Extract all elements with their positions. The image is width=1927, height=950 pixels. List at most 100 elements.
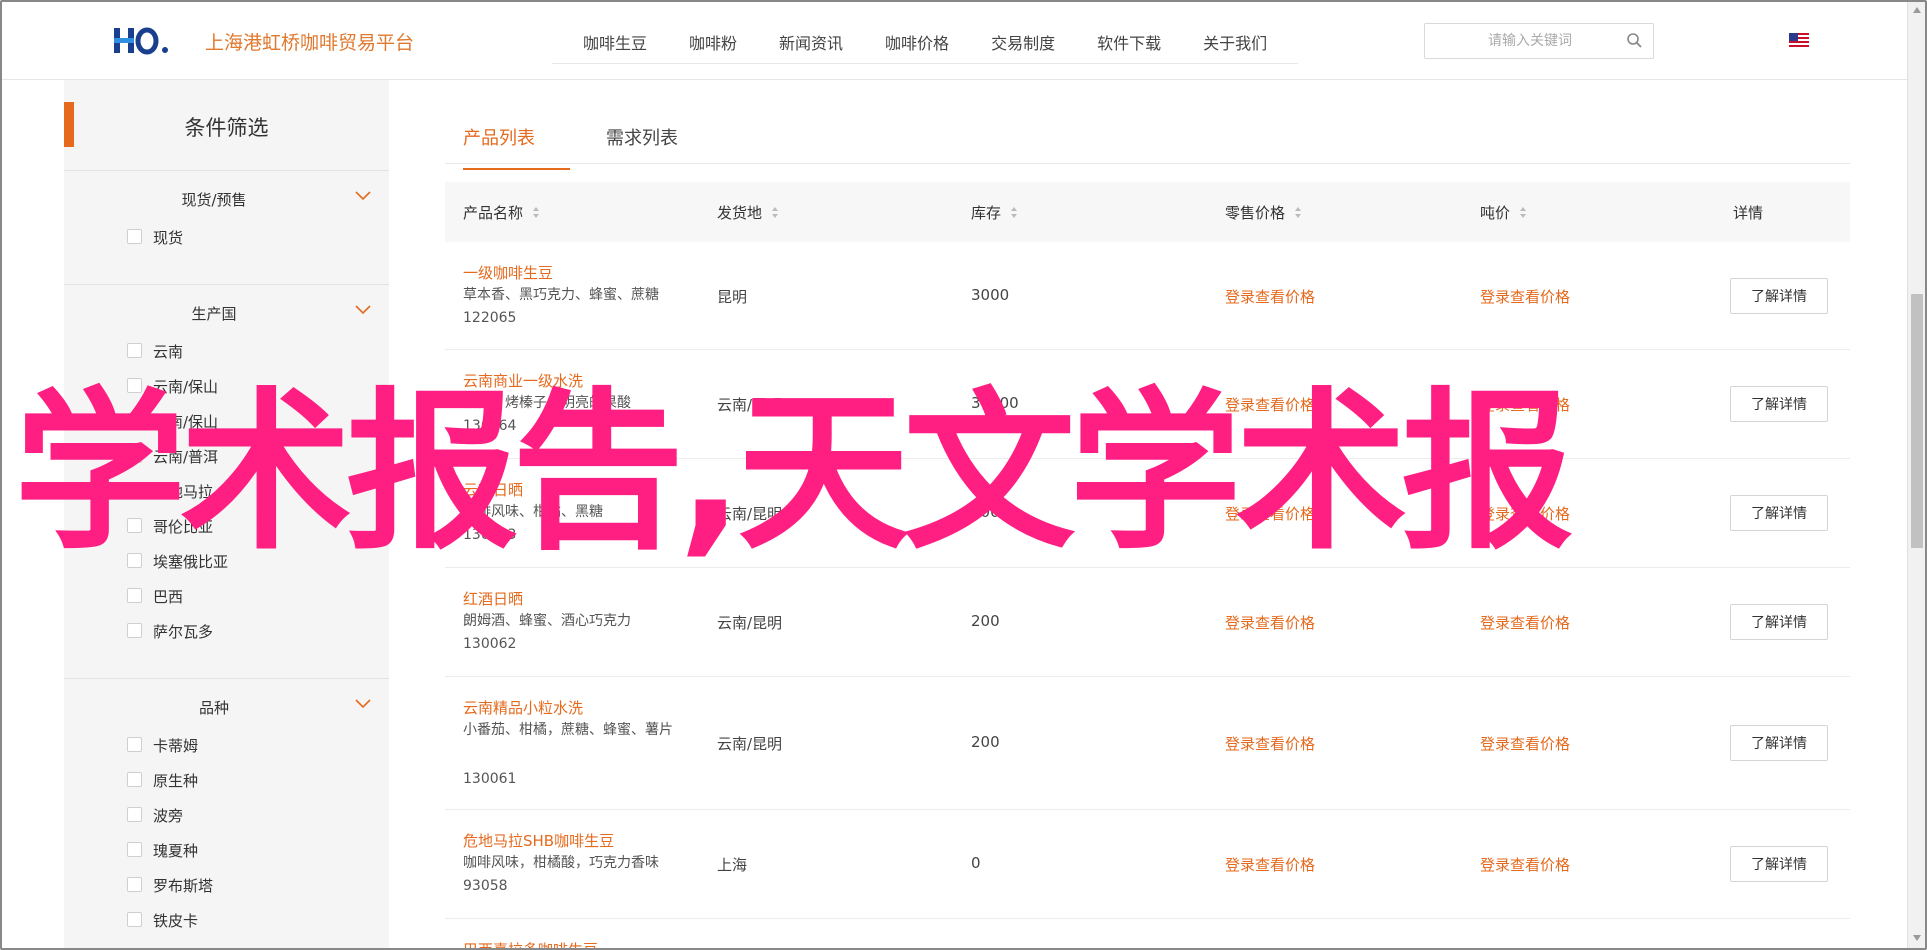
filter-option[interactable]: 现货: [64, 227, 389, 262]
filter-option-label: 瑰夏种: [153, 842, 199, 860]
column-header-label: 零售价格: [1225, 204, 1286, 222]
site-name[interactable]: 上海港虹桥咖啡贸易平台: [205, 28, 414, 55]
nav-item-about[interactable]: 关于我们: [1182, 22, 1288, 62]
nav-item-news[interactable]: 新闻资讯: [758, 22, 864, 62]
nav-item-trading-rules[interactable]: 交易制度: [970, 22, 1076, 62]
chevron-down-icon[interactable]: [355, 699, 371, 709]
overlay-watermark-text: 学术报告,天文学术报: [14, 372, 1573, 573]
checkbox[interactable]: [127, 229, 142, 244]
product-name-link[interactable]: 红酒日晒: [463, 588, 523, 609]
product-code: 122065: [463, 310, 517, 326]
column-header-label: 发货地: [717, 204, 763, 222]
detail-button[interactable]: 了解详情: [1730, 725, 1828, 761]
filter-option-label: 巴西: [153, 588, 184, 606]
product-name-link[interactable]: 一级咖啡生豆: [463, 262, 553, 283]
search-input[interactable]: [1425, 24, 1615, 58]
column-header-origin[interactable]: 发货地: [717, 202, 779, 223]
sort-icon[interactable]: [1010, 206, 1018, 219]
filter-option[interactable]: 铁皮卡: [64, 910, 389, 945]
checkbox[interactable]: [127, 623, 142, 638]
checkbox[interactable]: [127, 588, 142, 603]
filter-group-header[interactable]: 生产国: [64, 285, 389, 341]
checkbox[interactable]: [127, 807, 142, 822]
filter-option[interactable]: 波旁: [64, 805, 389, 840]
filter-header: 条件筛选: [64, 102, 389, 170]
origin-cell: 云南/昆明: [717, 735, 783, 753]
filter-title: 条件筛选: [184, 116, 269, 140]
sort-icon[interactable]: [1519, 206, 1527, 219]
logo-mark-icon: [114, 27, 168, 55]
product-flavor: 朗姆酒、蜂蜜、酒心巧克力: [463, 613, 631, 629]
filter-option[interactable]: 萨尔瓦多: [64, 621, 389, 656]
chevron-down-icon[interactable]: [355, 305, 371, 315]
checkbox[interactable]: [127, 343, 142, 358]
filter-group-header[interactable]: 品种: [64, 679, 389, 735]
detail-button[interactable]: 了解详情: [1730, 604, 1828, 640]
filter-group-title: 生产国: [191, 305, 237, 323]
product-flavor: 草本香、黑巧克力、蜂蜜、蔗糖: [463, 287, 659, 303]
search-icon[interactable]: [1626, 32, 1643, 49]
detail-button[interactable]: 了解详情: [1730, 846, 1828, 882]
retail-price-login-link[interactable]: 登录查看价格: [1225, 733, 1315, 754]
column-header-stock[interactable]: 库存: [971, 202, 1018, 223]
filter-option[interactable]: 巴西: [64, 586, 389, 621]
sort-icon[interactable]: [771, 206, 779, 219]
sort-icon[interactable]: [1294, 206, 1302, 219]
product-flavor: 小番茄、柑橘，蔗糖、蜂蜜、薯片: [463, 722, 673, 738]
product-code: 130061: [463, 771, 517, 787]
filter-option-label: 卡蒂姆: [153, 737, 199, 755]
sort-icon[interactable]: [532, 206, 540, 219]
origin-cell: 昆明: [717, 288, 748, 306]
retail-price-login-link[interactable]: 登录查看价格: [1225, 612, 1315, 633]
tab-demand-list[interactable]: 需求列表: [606, 124, 678, 168]
table-row: 危地马拉SHB咖啡生豆 咖啡风味，柑橘酸，巧克力香味 93058 上海 0 登录…: [445, 810, 1850, 919]
tab-product-list[interactable]: 产品列表: [463, 124, 570, 170]
scroll-up-arrow-icon[interactable]: [1912, 6, 1922, 14]
filter-option-label: 萨尔瓦多: [153, 623, 214, 641]
ton-price-login-link[interactable]: 登录查看价格: [1480, 286, 1570, 307]
checkbox[interactable]: [127, 737, 142, 752]
product-name-link[interactable]: 巴西喜拉多咖啡生豆: [463, 939, 598, 948]
checkbox[interactable]: [127, 877, 142, 892]
filter-option[interactable]: 卡蒂姆: [64, 735, 389, 770]
stock-cell: 200: [971, 733, 1000, 751]
nav-item-coffee-powder[interactable]: 咖啡粉: [668, 22, 758, 62]
filter-option[interactable]: 云南: [64, 341, 389, 376]
stock-cell: 200: [971, 612, 1000, 630]
filter-option[interactable]: 瑰夏种: [64, 840, 389, 875]
checkbox[interactable]: [127, 842, 142, 857]
scroll-down-arrow-icon[interactable]: [1912, 934, 1922, 942]
detail-button[interactable]: 了解详情: [1730, 278, 1828, 314]
filter-group-variety: 品种 卡蒂姆 原生种 波旁 瑰夏种 罗布斯塔 铁皮卡: [64, 678, 389, 945]
ton-price-login-link[interactable]: 登录查看价格: [1480, 733, 1570, 754]
filter-option-label: 铁皮卡: [153, 912, 199, 930]
main-nav: 咖啡生豆 咖啡粉 新闻资讯 咖啡价格 交易制度 软件下载 关于我们: [552, 22, 1299, 64]
column-header-name[interactable]: 产品名称: [463, 202, 540, 223]
nav-item-prices[interactable]: 咖啡价格: [864, 22, 970, 62]
column-header-label: 吨价: [1480, 204, 1511, 222]
ton-price-login-link[interactable]: 登录查看价格: [1480, 612, 1570, 633]
filter-option[interactable]: 原生种: [64, 770, 389, 805]
column-header-retail-price[interactable]: 零售价格: [1225, 202, 1302, 223]
origin-cell: 上海: [717, 856, 748, 874]
nav-item-downloads[interactable]: 软件下载: [1076, 22, 1182, 62]
nav-item-green-beans[interactable]: 咖啡生豆: [562, 22, 668, 62]
product-name-link[interactable]: 危地马拉SHB咖啡生豆: [463, 830, 614, 851]
filter-option-label: 现货: [153, 229, 184, 247]
us-flag-icon[interactable]: [1789, 33, 1809, 47]
logo[interactable]: [114, 24, 172, 58]
filter-option[interactable]: 罗布斯塔: [64, 875, 389, 910]
chevron-down-icon[interactable]: [355, 191, 371, 201]
table-row: 巴西喜拉多咖啡生豆: [445, 919, 1850, 948]
checkbox[interactable]: [127, 772, 142, 787]
product-name-link[interactable]: 云南精品小粒水洗: [463, 697, 583, 718]
retail-price-login-link[interactable]: 登录查看价格: [1225, 854, 1315, 875]
column-header-ton-price[interactable]: 吨价: [1480, 202, 1527, 223]
checkbox[interactable]: [127, 912, 142, 927]
ton-price-login-link[interactable]: 登录查看价格: [1480, 854, 1570, 875]
filter-option-label: 波旁: [153, 807, 184, 825]
retail-price-login-link[interactable]: 登录查看价格: [1225, 286, 1315, 307]
product-code: 130062: [463, 636, 517, 652]
column-header-label: 详情: [1733, 204, 1764, 222]
filter-group-header[interactable]: 现货/预售: [64, 171, 389, 227]
